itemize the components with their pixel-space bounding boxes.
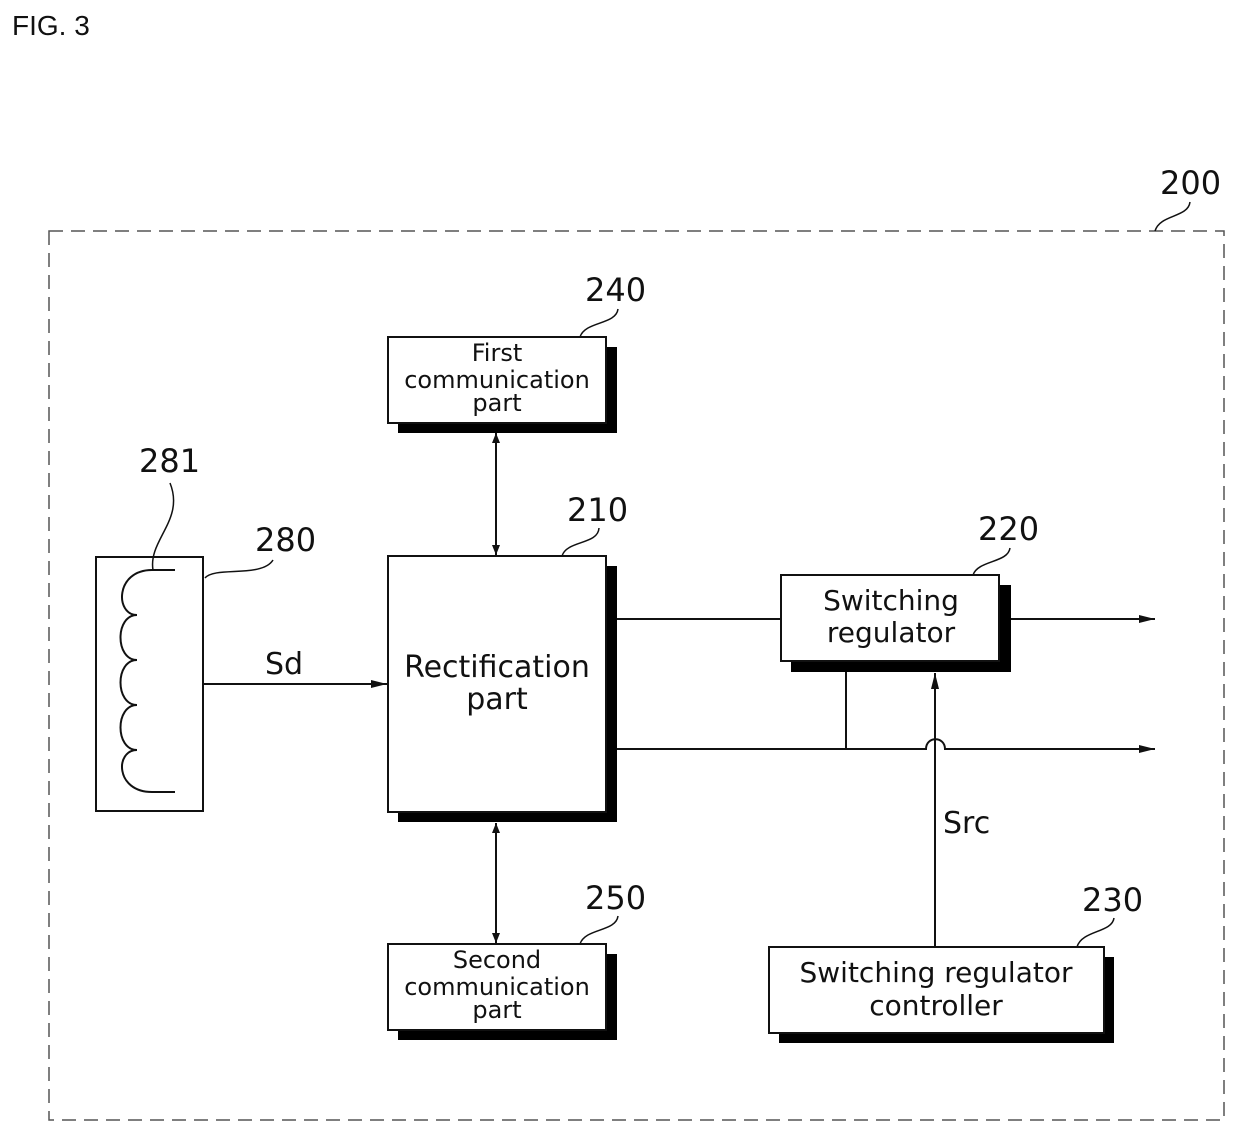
second-comm-label-line1: Second	[453, 946, 541, 974]
src-signal-label: Src	[943, 806, 990, 841]
second-comm-ref-leader	[579, 915, 619, 945]
rectification-label-line2: part	[466, 682, 528, 717]
switching-regulator-ref-label: 220	[978, 510, 1039, 548]
regulator-controller-ref-label: 230	[1082, 881, 1143, 919]
regulator-controller-label-line2: controller	[869, 989, 1003, 1022]
first-comm-ref-label: 240	[585, 271, 646, 309]
coil-block	[95, 556, 204, 812]
regulator-controller-ref-leader	[1076, 917, 1115, 948]
regulator-controller-label-line1: Switching regulator	[800, 956, 1073, 989]
rectification-ref-label: 210	[567, 491, 628, 529]
switching-regulator-ref-leader	[972, 547, 1011, 576]
rectification-ref-leader	[561, 527, 600, 557]
switching-regulator-label-line2: regulator	[827, 616, 956, 649]
first-comm-label-line3: part	[472, 389, 521, 417]
first-comm-label-line1: First	[472, 339, 523, 367]
rectification-label-line1: Rectification	[404, 650, 590, 685]
coil-block-ref-leader	[204, 559, 274, 579]
second-comm-label-line3: part	[472, 996, 521, 1024]
coil-block-ref-label: 280	[255, 521, 316, 559]
second-comm-ref-label: 250	[585, 879, 646, 917]
block-diagram: 200 281 280 Sd Rectification part 210 Fi…	[48, 164, 1225, 1121]
switching-regulator-label-line1: Switching	[823, 584, 959, 617]
bypass-output-line	[617, 738, 1155, 753]
system-ref-label: 200	[1160, 164, 1221, 202]
first-comm-ref-leader	[579, 308, 619, 338]
sd-signal-label: Sd	[265, 647, 303, 682]
system-ref-leader	[1154, 201, 1191, 232]
coil-ref-label: 281	[139, 442, 200, 480]
